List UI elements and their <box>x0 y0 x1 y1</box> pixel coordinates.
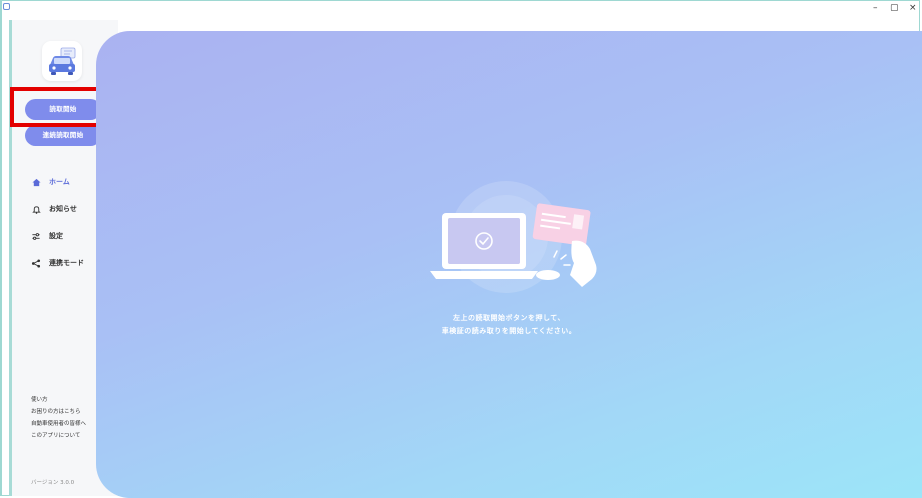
link-vehicle-users[interactable]: 自動車使用者の皆様へ <box>31 419 86 427</box>
nav-item-settings[interactable]: 設定 <box>31 229 63 243</box>
link-about-app[interactable]: このアプリについて <box>31 431 80 439</box>
instruction-line-2: 車検証の読み取りを開始してください。 <box>441 327 577 335</box>
app-logo <box>42 41 82 81</box>
home-icon <box>31 178 41 187</box>
nav-item-notifications[interactable]: お知らせ <box>31 202 77 216</box>
instruction-line-1: 左上の読取開始ボタンを押して、 <box>453 314 565 322</box>
close-button[interactable]: × <box>909 2 917 14</box>
share-icon <box>31 258 41 268</box>
nav-item-link-mode[interactable]: 連携モード <box>31 256 84 270</box>
link-help[interactable]: お困りの方はこちら <box>31 407 81 415</box>
continuous-reading-button[interactable]: 連続読取開始 <box>25 125 101 146</box>
maximize-button[interactable]: ▢ <box>890 2 899 14</box>
link-how-to-use[interactable]: 使い方 <box>31 395 48 403</box>
main-panel: 左上の読取開始ボタンを押して、 車検証の読み取りを開始してください。 <box>96 31 922 498</box>
nav-item-home[interactable]: ホーム <box>31 175 70 189</box>
nav-label-home: ホーム <box>49 178 70 186</box>
laptop-card-illustration <box>430 181 597 293</box>
nav-label-link-mode: 連携モード <box>49 259 84 267</box>
version-label: バージョン 3.0.0 <box>31 480 75 486</box>
title-bar[interactable]: – ▢ × <box>0 0 922 20</box>
app-small-icon <box>3 3 10 10</box>
nav-label-notifications: お知らせ <box>49 205 77 213</box>
settings-sliders-icon <box>31 232 41 241</box>
minimize-button[interactable]: – <box>873 2 878 14</box>
bell-icon <box>31 205 41 214</box>
nav-label-settings: 設定 <box>49 232 63 240</box>
car-icon <box>49 47 76 75</box>
